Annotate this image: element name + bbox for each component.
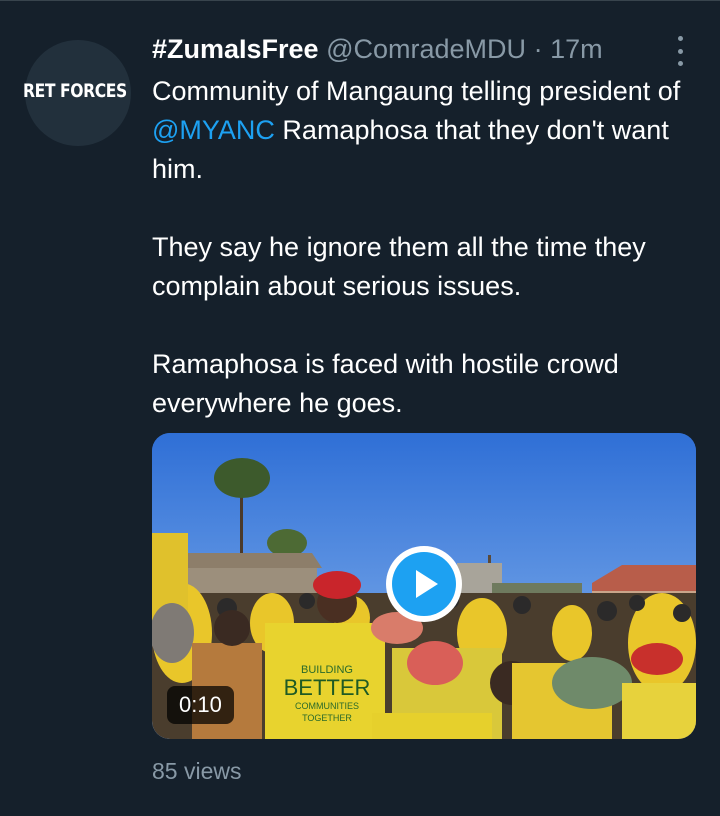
tweet-timestamp[interactable]: 17m <box>550 34 603 64</box>
video-duration-badge: 0:10 <box>167 686 234 724</box>
header-separator: · <box>533 34 543 64</box>
tweet-paragraph-1: Community of Mangaung telling president … <box>152 72 712 189</box>
view-count: 85 views <box>152 758 242 784</box>
top-divider <box>0 0 720 1</box>
shirt-text: TOGETHER <box>302 713 352 723</box>
user-handle[interactable]: @ComradeMDU <box>326 34 526 64</box>
video-player[interactable]: BUILDING BETTER COMMUNITIES TOGETHER 0:1… <box>152 433 696 739</box>
tweet-header: #ZumaIsFree @ComradeMDU · 17m <box>152 34 603 70</box>
display-name[interactable]: #ZumaIsFree <box>152 34 319 64</box>
tweet-paragraph-3: Ramaphosa is faced with hostile crowd ev… <box>152 349 619 418</box>
play-icon[interactable] <box>386 546 462 622</box>
shirt-text: COMMUNITIES <box>295 701 359 711</box>
avatar[interactable]: RET FORCES <box>23 40 131 146</box>
tweet-text-segment: Community of Mangaung telling president … <box>152 76 681 106</box>
avatar-text: RET FORCES <box>23 80 127 102</box>
tweet-paragraph-2: They say he ignore them all the time the… <box>152 232 646 301</box>
mention-link[interactable]: @MYANC <box>152 115 275 145</box>
more-vertical-icon[interactable] <box>668 36 692 66</box>
shirt-text: BETTER <box>284 675 371 700</box>
tweet-text: Community of Mangaung telling president … <box>152 72 712 423</box>
